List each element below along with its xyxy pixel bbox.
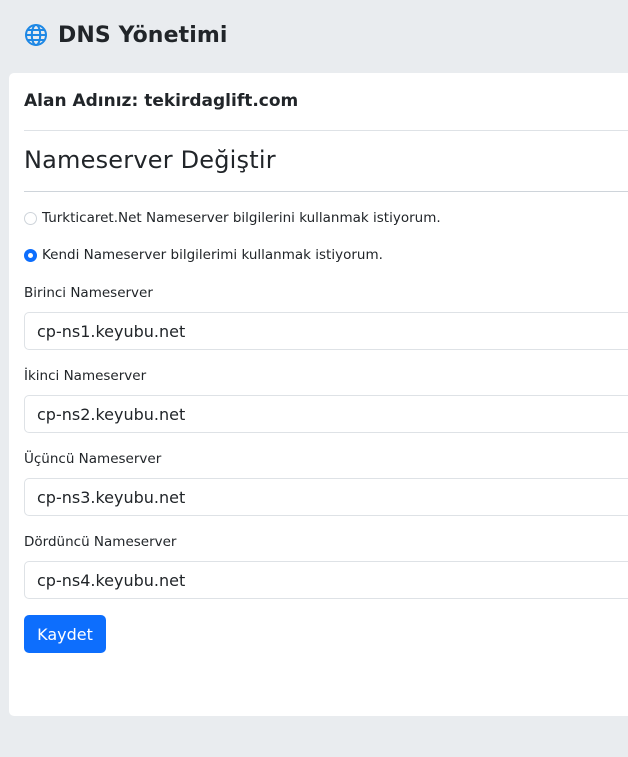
nameserver-1-label: Birinci Nameserver bbox=[24, 285, 153, 301]
radio-button-unchecked[interactable] bbox=[24, 211, 37, 225]
domain-info: Alan Adınız: tekirdaglift.com bbox=[24, 91, 298, 111]
nameserver-2-input[interactable] bbox=[24, 395, 628, 433]
nameserver-3-input[interactable] bbox=[24, 478, 628, 516]
nameserver-1-input[interactable] bbox=[24, 312, 628, 350]
radio-label: Kendi Nameserver bilgilerimi kullanmak i… bbox=[42, 247, 383, 263]
save-button[interactable]: Kaydet bbox=[24, 615, 106, 653]
nameserver-2-label: İkinci Nameserver bbox=[24, 368, 147, 384]
nameserver-3-label: Üçüncü Nameserver bbox=[24, 451, 162, 467]
nameserver-card: Alan Adınız: tekirdaglift.com Nameserver… bbox=[9, 73, 628, 716]
page-title: DNS Yönetimi bbox=[58, 22, 228, 48]
domain-label: Alan Adınız: bbox=[24, 91, 139, 111]
domain-value: tekirdaglift.com bbox=[144, 91, 299, 111]
nameserver-4-input[interactable] bbox=[24, 561, 628, 599]
divider bbox=[24, 191, 628, 192]
section-title: Nameserver Değiştir bbox=[24, 146, 276, 174]
divider bbox=[24, 130, 628, 131]
globe-icon bbox=[24, 23, 48, 47]
radio-option-custom-ns[interactable]: Kendi Nameserver bilgilerimi kullanmak i… bbox=[24, 247, 383, 263]
page-header: DNS Yönetimi bbox=[24, 18, 228, 52]
nameserver-4-label: Dördüncü Nameserver bbox=[24, 534, 177, 550]
radio-option-default-ns[interactable]: Turkticaret.Net Nameserver bilgilerini k… bbox=[24, 210, 441, 226]
radio-label: Turkticaret.Net Nameserver bilgilerini k… bbox=[42, 210, 441, 226]
radio-button-checked[interactable] bbox=[24, 248, 37, 262]
